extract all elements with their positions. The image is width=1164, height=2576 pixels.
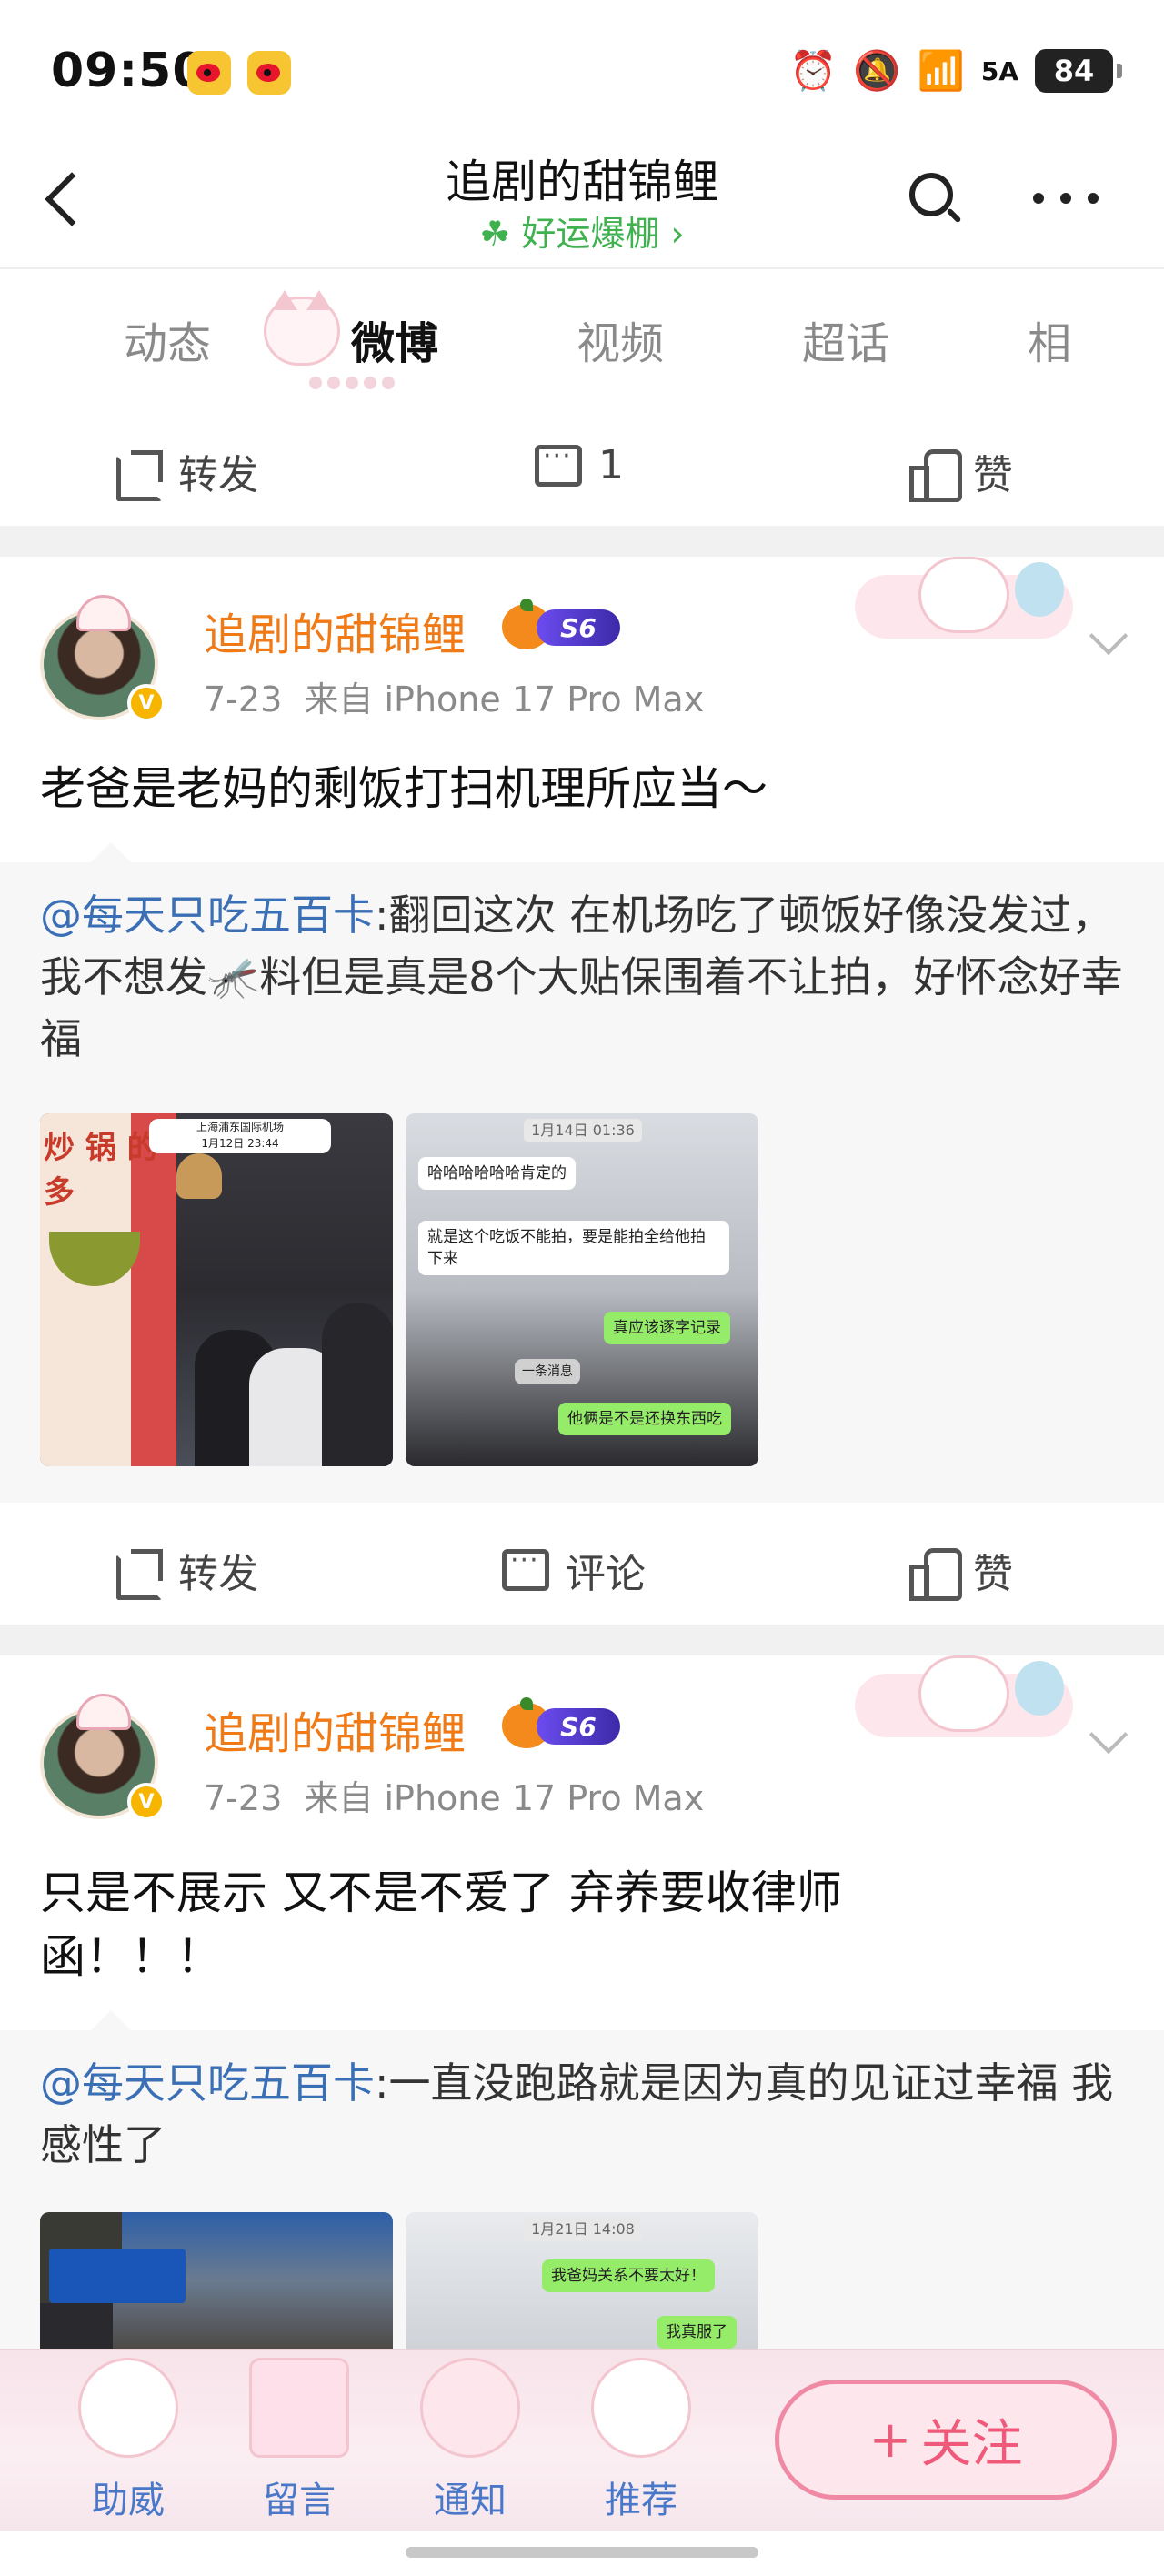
repost-text: @每天只吃五百卡:一直没跑路就是因为真的见证过幸福 我感性了 (40, 2058, 1114, 2169)
avatar[interactable]: V (36, 1694, 169, 1821)
weibo-post: V 追剧的甜锦鲤 S6 7-23 来自 iPhone 17 Pro Max 老爸… (0, 557, 1164, 1503)
avatar[interactable]: V (36, 595, 169, 722)
tab-indicator (309, 377, 395, 389)
author-name[interactable]: 追剧的甜锦鲤 (204, 599, 466, 662)
comment-icon (535, 440, 582, 487)
notify-button[interactable]: 通知 (402, 2358, 538, 2531)
clover-icon: ☘ (479, 214, 511, 254)
wifi-icon: 📶 (917, 48, 965, 93)
repost-text: @每天只吃五百卡:翻回这次 在机场吃了顿饭好像没发过，我不想发🦟料但是真是8个大… (40, 891, 1123, 1063)
follow-label: 关注 (920, 2414, 1023, 2474)
chat-message: 哈哈哈哈哈哈肯定的 (418, 1157, 576, 1190)
tab-weibo[interactable]: 微博 (351, 307, 438, 371)
home-indicator[interactable] (406, 2547, 758, 2558)
tab-video[interactable]: 视频 (577, 307, 664, 371)
image-thumbnail[interactable]: 炒 锅 的 多 上海浦东国际机场 1月12日 23:44 (40, 1113, 393, 1466)
chevron-right-icon: › (670, 214, 685, 254)
post-actions: 转发 评论 赞 (0, 1510, 1164, 1625)
search-button[interactable] (906, 169, 964, 227)
share-icon (115, 1547, 163, 1600)
cat-icon (78, 2358, 178, 2458)
tab-dynamic[interactable]: 动态 (124, 307, 211, 371)
cat-sticker-icon (855, 557, 1082, 657)
cat-decoration-icon (264, 290, 340, 366)
verified-badge-icon: V (127, 1783, 166, 1821)
share-icon (115, 448, 163, 501)
post-meta: 7-23 来自 iPhone 17 Pro Max (204, 1770, 704, 1820)
recommend-button[interactable]: 推荐 (573, 2358, 709, 2531)
follow-button[interactable]: + 关注 (775, 2380, 1117, 2500)
message-button[interactable]: 留言 (231, 2358, 367, 2531)
comment-button[interactable]: 1 (535, 440, 624, 488)
tab-album[interactable]: 相 (1028, 307, 1071, 371)
weibo-icon (247, 51, 291, 95)
reposted-content[interactable]: @每天只吃五百卡:翻回这次 在机场吃了顿饭好像没发过，我不想发🦟料但是真是8个大… (0, 842, 1164, 1503)
chevron-down-icon[interactable] (1088, 620, 1124, 657)
tab-supertopic[interactable]: 超话 (802, 307, 889, 371)
profile-header: 追剧的甜锦鲤 ☘ 好运爆棚 › (0, 136, 1164, 269)
divider (0, 1625, 1164, 1655)
like-button[interactable]: 赞 (909, 442, 1013, 502)
status-icons: ⏰ 🔕 📶 5A 84 (788, 47, 1122, 95)
battery-indicator: 84 (1035, 49, 1122, 93)
chat-message: 就是这个吃饭不能拍，要是能拍全给他拍下来 (418, 1221, 729, 1275)
plus-icon: + (868, 2410, 912, 2470)
divider (0, 526, 1164, 557)
weibo-post: V 追剧的甜锦鲤 S6 7-23 来自 iPhone 17 Pro Max 只是… (0, 1655, 1164, 2349)
profile-tabs: 动态 微博 视频 超话 相 (0, 269, 1164, 409)
repost-button[interactable]: 转发 (115, 442, 258, 501)
level-badge: S6 (537, 609, 620, 646)
chat-message: 真应该逐字记录 (604, 1312, 730, 1344)
like-button[interactable]: 赞 (909, 1541, 1013, 1601)
status-bar: 09:50 ⏰ 🔕 📶 5A 84 (0, 0, 1164, 136)
post-date: 7-23 (204, 679, 283, 719)
post-text: 老爸是老妈的剩饭打扫机理所应当～ (40, 762, 768, 815)
comment-button[interactable]: 评论 (502, 1541, 646, 1599)
mention-link[interactable]: @每天只吃五百卡 (40, 891, 375, 940)
weibo-icon (187, 51, 231, 95)
fortune-link[interactable]: ☘ 好运爆棚 › (0, 206, 1164, 256)
image-thumbnail[interactable] (40, 2212, 393, 2349)
more-options-button[interactable] (1033, 169, 1099, 227)
post-source: 来自 iPhone 17 Pro Max (304, 679, 705, 719)
image-thumbnail[interactable]: 1月21日 14:08 我爸妈关系不要太好！ 我真服了 (406, 2212, 758, 2349)
reposted-content[interactable]: @每天只吃五百卡:一直没跑路就是因为真的见证过幸福 我感性了 1月21日 14:… (0, 2010, 1164, 2349)
post-date: 7-23 (204, 1778, 283, 1818)
post-text: 只是不展示 又不是不爱了 弃养要收律师函！！！ (40, 1867, 842, 1983)
image-caption: 上海浦东国际机场 1月12日 23:44 (149, 1119, 331, 1153)
alarm-icon: ⏰ (788, 48, 838, 93)
mention-link[interactable]: @每天只吃五百卡 (40, 2058, 375, 2108)
fortune-label: 好运爆棚 (521, 214, 660, 254)
thumbs-up-icon (909, 448, 962, 502)
chevron-down-icon[interactable] (1088, 1719, 1124, 1756)
cat-sticker-icon (855, 1655, 1082, 1756)
post-source: 来自 iPhone 17 Pro Max (304, 1778, 705, 1818)
status-time: 09:50 (51, 44, 206, 98)
mute-bell-icon: 🔕 (853, 48, 901, 93)
chat-message: 他俩是不是还换东西吃 (558, 1403, 731, 1435)
repost-button[interactable]: 转发 (115, 1541, 258, 1600)
chat-timestamp: 1月21日 14:08 (524, 2218, 642, 2241)
network-label: 5A (980, 55, 1018, 86)
chat-message: 我爸妈关系不要太好！ (542, 2259, 715, 2292)
author-name[interactable]: 追剧的甜锦鲤 (204, 1697, 466, 1761)
swan-icon (420, 2358, 520, 2458)
chat-timestamp: 1月14日 01:36 (524, 1119, 642, 1142)
gift-icon (249, 2358, 349, 2458)
cat-icon (591, 2358, 691, 2458)
cheer-button[interactable]: 助威 (60, 2358, 196, 2531)
level-badge: S6 (537, 1708, 620, 1745)
comment-icon (502, 1545, 549, 1591)
thumbs-up-icon (909, 1546, 962, 1601)
post-meta: 7-23 来自 iPhone 17 Pro Max (204, 671, 704, 721)
chat-message: 一条消息 (515, 1359, 580, 1384)
verified-badge-icon: V (127, 684, 166, 722)
image-thumbnail[interactable]: 1月14日 01:36 哈哈哈哈哈哈肯定的 就是这个吃饭不能拍，要是能拍全给他拍… (406, 1113, 758, 1466)
bottom-bar: 助威 留言 通知 推荐 + 关注 (0, 2349, 1164, 2531)
post-actions: 转发 1 赞 (0, 411, 1164, 526)
chat-message: 我真服了 (657, 2316, 737, 2349)
page-title: 追剧的甜锦鲤 (446, 156, 718, 208)
